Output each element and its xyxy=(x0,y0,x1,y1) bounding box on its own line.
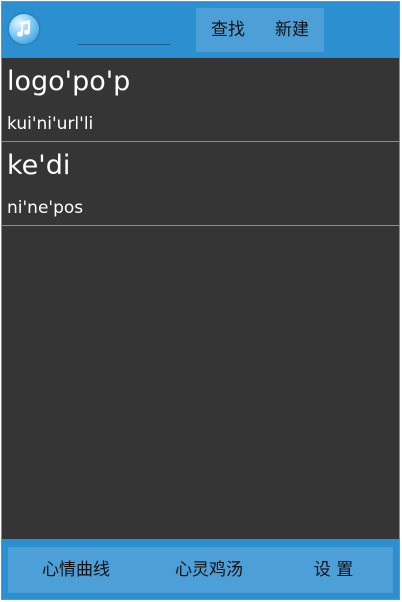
list-item-subtitle: kui'ni'url'li xyxy=(7,114,94,134)
list-item-title: ke'di xyxy=(7,150,71,181)
list-item[interactable]: ke'di ni'ne'pos xyxy=(2,142,399,226)
top-bar: 查找 新建 xyxy=(2,2,399,58)
app-window: 查找 新建 logo'po'p kui'ni'url'li ke'di ni'n… xyxy=(1,1,400,600)
list-item-subtitle: ni'ne'pos xyxy=(7,198,84,218)
list-item-title: logo'po'p xyxy=(7,66,131,97)
music-note-icon[interactable] xyxy=(9,14,39,44)
find-button[interactable]: 查找 xyxy=(200,8,256,52)
soul-soup-button[interactable]: 心灵鸡汤 xyxy=(144,547,274,593)
top-button-group: 查找 新建 xyxy=(196,8,324,52)
bottom-nav: 心情曲线 心灵鸡汤 设 置 xyxy=(2,539,399,599)
bottom-button-group: 心情曲线 心灵鸡汤 设 置 xyxy=(8,547,393,593)
entry-list: logo'po'p kui'ni'url'li ke'di ni'ne'pos xyxy=(2,58,399,226)
list-item[interactable]: logo'po'p kui'ni'url'li xyxy=(2,58,399,142)
new-button[interactable]: 新建 xyxy=(264,8,320,52)
settings-button[interactable]: 设 置 xyxy=(274,547,393,593)
search-input[interactable] xyxy=(78,16,170,45)
mood-curve-button[interactable]: 心情曲线 xyxy=(8,547,144,593)
